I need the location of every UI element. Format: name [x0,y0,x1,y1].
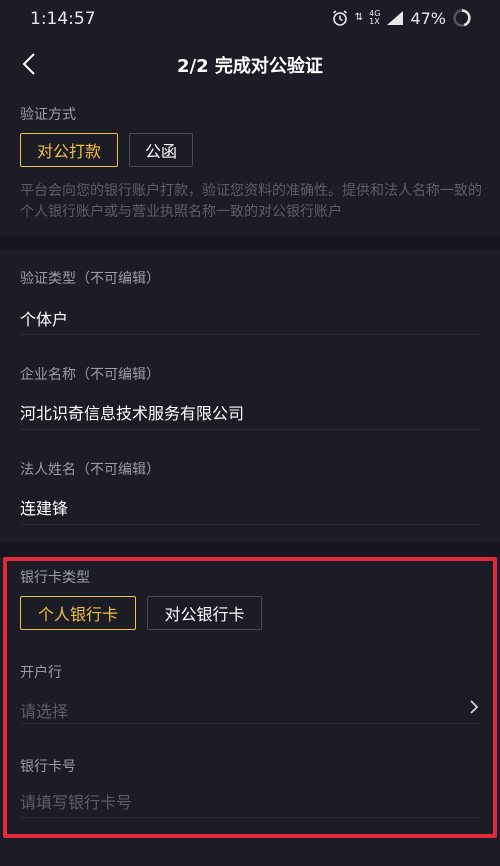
page-title: 2/2 完成对公验证 [177,56,323,77]
type-value: 个体户 [20,310,69,329]
status-icons: ⇅ 4G 1X 47% [331,8,472,28]
highlight-box [3,557,497,838]
info-section: 验证类型（不可编辑） 个体户 企业名称（不可编辑） 河北识奇信息技术服务有限公司… [0,250,500,542]
network-sub: 1X [369,17,380,26]
option-letter-button[interactable]: 公函 [129,133,193,167]
battery-ring-icon [453,9,471,27]
status-bar: 1:14:57 ⇅ 4G 1X 47% [0,0,500,38]
type-label: 验证类型（不可编辑） [20,271,160,287]
network-label: 4G 1X [369,10,380,26]
option-transfer-button[interactable]: 对公打款 [20,133,118,167]
divider [20,524,480,525]
divider [20,429,480,430]
verify-method-label: 验证方式 [20,107,76,123]
company-value: 河北识奇信息技术服务有限公司 [20,404,245,423]
divider [20,334,480,335]
signal-icon [387,11,404,25]
company-label: 企业名称（不可编辑） [20,367,160,383]
verify-hint-text: 平台会向您的银行账户打款，验证您资料的准确性。提供和法人名称一致的个人银行账户或… [20,183,482,220]
legal-name-label: 法人姓名（不可编辑） [20,462,160,478]
battery-percent: 47% [410,8,446,28]
alarm-icon [332,10,347,26]
data-arrows-icon: ⇅ [354,12,364,23]
legal-name-value: 连建锋 [20,499,69,518]
status-time: 1:14:57 [30,9,96,29]
navigation-bar: 2/2 完成对公验证 [0,38,500,90]
verify-method-section: 验证方式 对公打款 公函 平台会向您的银行账户打款，验证您资料的准确性。提供和法… [0,90,500,235]
